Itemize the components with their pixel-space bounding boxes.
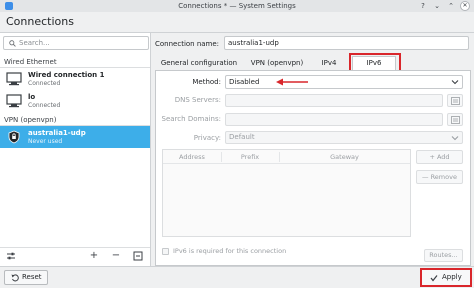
list-edit-icon: [451, 116, 460, 124]
ethernet-computer-icon: [6, 94, 22, 108]
reset-button[interactable]: Reset: [4, 270, 48, 285]
help-button[interactable]: ?: [418, 1, 428, 11]
connection-name: australia1-udp: [28, 129, 86, 137]
apply-label: Apply: [442, 273, 462, 281]
footer-divider: [0, 266, 474, 267]
search-input[interactable]: Search...: [3, 36, 149, 50]
close-button[interactable]: ✕: [460, 1, 470, 11]
connection-name: lo: [28, 93, 36, 101]
tab-general-configuration[interactable]: General configuration: [155, 56, 243, 70]
column-header-gateway: Gateway: [279, 150, 410, 164]
checkmark-icon: [430, 275, 438, 282]
method-value: Disabled: [229, 78, 260, 86]
address-table: Address Prefix Gateway: [162, 149, 411, 237]
chevron-down-icon: [451, 136, 459, 141]
maximize-button[interactable]: ⌃: [446, 1, 456, 11]
method-label: Method:: [192, 78, 221, 86]
privacy-select[interactable]: Default: [225, 131, 463, 144]
reset-icon: [11, 274, 19, 282]
connection-name: Wired connection 1: [28, 71, 105, 79]
reset-label: Reset: [22, 273, 42, 281]
add-connection-button[interactable]: +: [89, 251, 99, 261]
search-placeholder: Search...: [19, 39, 50, 47]
add-address-button[interactable]: + Add: [416, 150, 463, 164]
column-header-prefix: Prefix: [221, 150, 279, 164]
connection-item-australia1-udp[interactable]: australia1-udp Never used: [0, 126, 150, 148]
minimize-button[interactable]: ⌄: [432, 1, 442, 11]
dns-servers-field[interactable]: [225, 94, 443, 107]
search-domains-edit-button[interactable]: [447, 113, 463, 126]
connection-item-lo[interactable]: lo Connected: [0, 90, 150, 112]
connection-status: Connected: [28, 80, 61, 87]
dns-servers-edit-button[interactable]: [447, 94, 463, 107]
vpn-shield-icon: [8, 130, 20, 144]
ipv6-required-checkbox[interactable]: [162, 248, 169, 255]
apply-button[interactable]: Apply: [420, 268, 472, 287]
dns-servers-label: DNS Servers:: [174, 96, 221, 104]
chevron-down-icon: [451, 80, 459, 85]
sidebar-toolbar-divider: [0, 247, 150, 248]
search-domains-field[interactable]: [225, 113, 443, 126]
routes-button[interactable]: Routes...: [424, 249, 463, 262]
search-domains-label: Search Domains:: [161, 115, 221, 123]
method-select[interactable]: Disabled: [225, 75, 463, 89]
connection-status: Connected: [28, 102, 61, 109]
annotation-arrow: [276, 78, 308, 86]
configure-icon[interactable]: [6, 251, 16, 261]
window-title: Connections * — System Settings: [178, 2, 296, 10]
privacy-label: Privacy:: [193, 134, 221, 142]
connection-name-field[interactable]: australia1-udp: [224, 36, 469, 50]
connection-name-label: Connection name:: [155, 40, 220, 48]
search-icon: [9, 40, 16, 47]
list-edit-icon: [451, 97, 460, 105]
page-title: Connections: [6, 15, 74, 28]
tab-vpn-openvpn[interactable]: VPN (openvpn): [243, 56, 311, 70]
export-icon[interactable]: [133, 251, 143, 261]
connection-item-wired-connection-1[interactable]: Wired connection 1 Connected: [0, 68, 150, 90]
ethernet-computer-icon: [6, 72, 22, 86]
remove-connection-button[interactable]: −: [111, 251, 121, 261]
section-label-wired-ethernet: Wired Ethernet: [4, 58, 57, 66]
connection-status: Never used: [28, 138, 63, 145]
section-label-vpn-openvpn: VPN (openvpn): [4, 116, 57, 124]
ipv6-required-label: IPv6 is required for this connection: [173, 247, 287, 255]
privacy-value: Default: [229, 133, 255, 141]
column-header-address: Address: [163, 150, 221, 164]
tab-ipv4[interactable]: IPv4: [311, 56, 347, 70]
remove-address-button[interactable]: — Remove: [416, 170, 463, 184]
